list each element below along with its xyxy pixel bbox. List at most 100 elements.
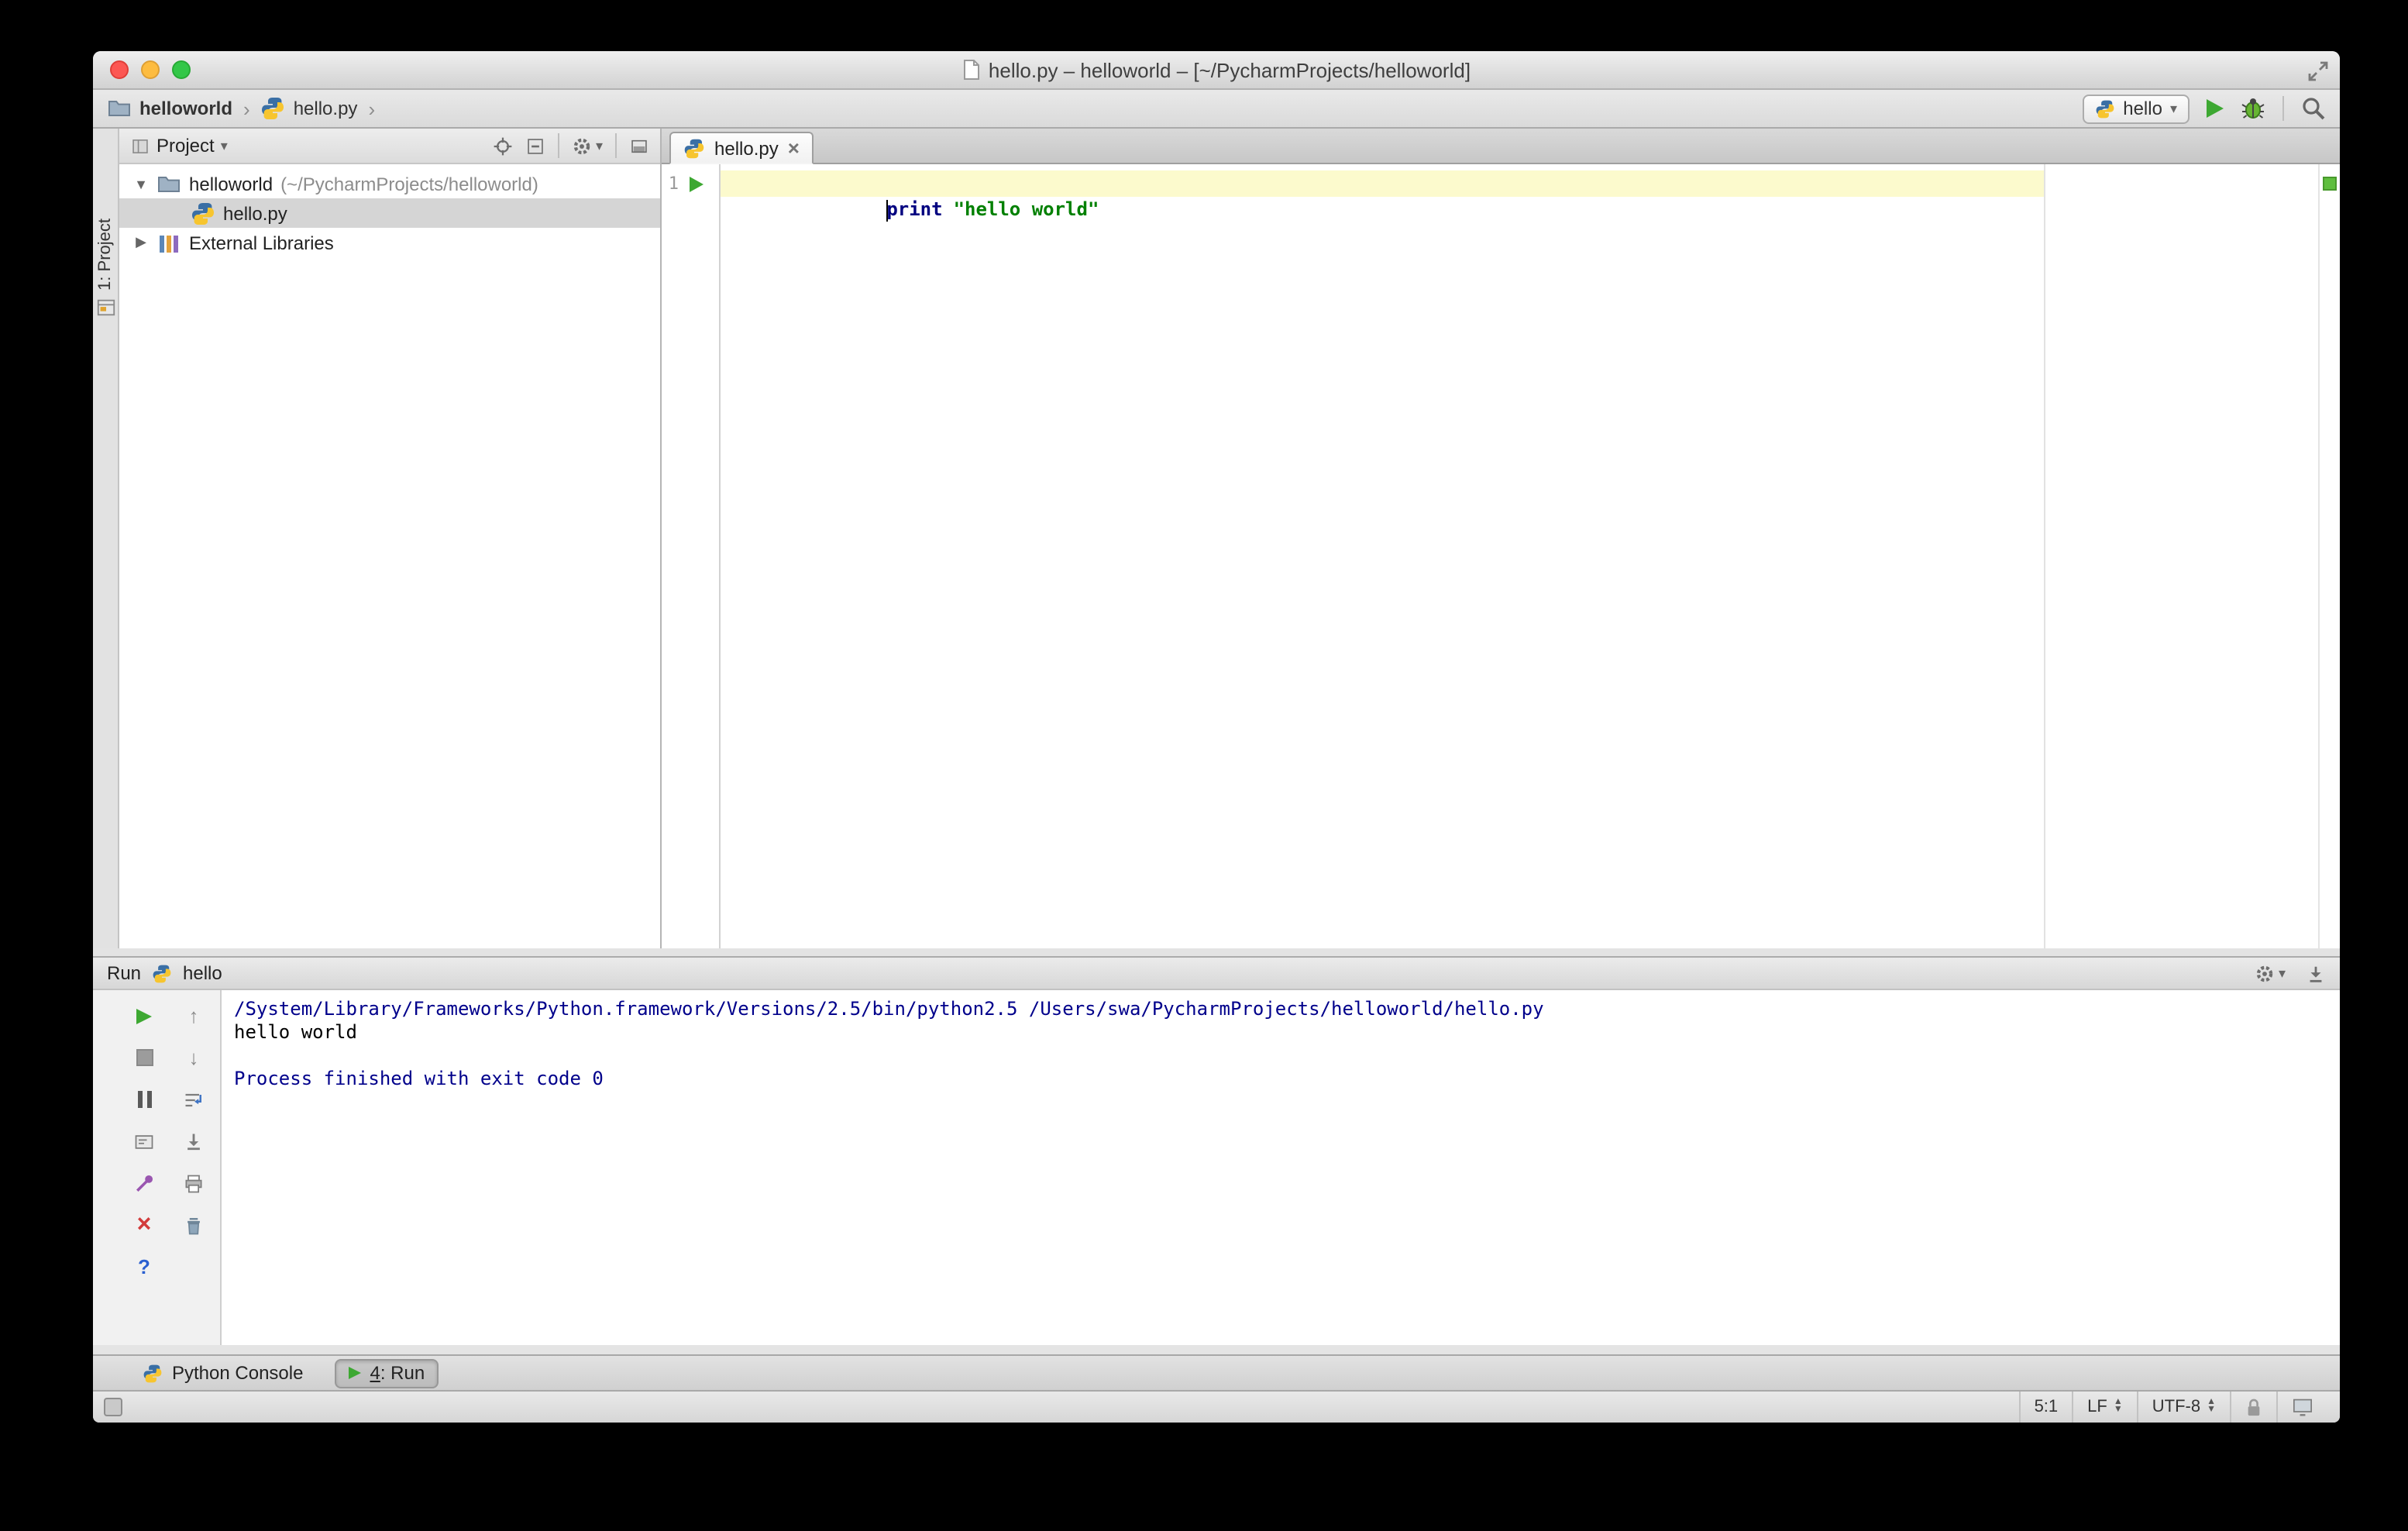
run-toolbar-column-1: × ? (119, 1004, 169, 1345)
expand-arrow-icon[interactable]: ▼ (133, 176, 149, 191)
tool-window-stripe: 1: Project (93, 129, 119, 948)
gear-icon[interactable]: ▾ (2255, 963, 2286, 983)
run-panel-gap (93, 1345, 2340, 1354)
caret-position-value: 5:1 (2034, 1398, 2059, 1416)
run-tab-mnemonic: 4 (370, 1362, 380, 1384)
status-bar: 5:1 LF ▲ ▼ UTF-8 ▲ ▼ (93, 1390, 2340, 1423)
tree-row-root[interactable]: ▼ helloworld (~/PycharmProjects/hellowor… (119, 169, 660, 198)
collapse-all-icon[interactable] (526, 136, 546, 156)
pause-output-button[interactable] (130, 1088, 158, 1111)
window-title: hello.py – helloworld – [~/PycharmProjec… (988, 58, 1471, 81)
collapse-arrow-icon[interactable]: ▶ (133, 234, 149, 251)
run-panel-body: × ? ↑ ↓ /System/Library/Frameworks/Pytho… (93, 990, 2340, 1345)
breadcrumb-file-label: hello.py (293, 98, 358, 119)
inspection-ok-indicator[interactable] (2323, 177, 2337, 191)
stop-button[interactable] (130, 1046, 158, 1069)
code-pane[interactable]: print "hello world" (721, 164, 2318, 948)
breadcrumb-file[interactable]: hello.py (261, 96, 358, 121)
console-stdout-line: hello world (234, 1021, 357, 1043)
tree-row-external-libraries[interactable]: ▶ External Libraries (119, 228, 660, 257)
print-icon[interactable] (180, 1171, 208, 1195)
close-tab-icon[interactable]: × (788, 137, 800, 157)
tree-row-file-selected[interactable]: hello.py (119, 198, 660, 228)
soft-wrap-icon[interactable] (180, 1088, 208, 1111)
fullscreen-icon[interactable] (2307, 60, 2329, 82)
run-tab-rest: : Run (380, 1362, 425, 1384)
close-panel-icon[interactable]: × (130, 1212, 158, 1237)
project-header-icons: ▾ (494, 133, 649, 158)
chevron-down-icon: ▾ (220, 137, 228, 153)
gear-icon[interactable]: ▾ (573, 136, 603, 156)
help-icon[interactable]: ? (130, 1255, 158, 1278)
hide-panel-icon[interactable] (629, 136, 649, 156)
toolwindow-bar: Python Console 4: Run (93, 1354, 2340, 1390)
inspection-profile-widget[interactable] (2276, 1392, 2327, 1423)
run-toolwindow-button[interactable]: 4: Run (334, 1358, 439, 1388)
console-exit-line: Process finished with exit code 0 (234, 1068, 604, 1089)
chevron-right-icon: › (243, 97, 250, 120)
caret-position-widget[interactable]: 5:1 (2018, 1392, 2073, 1423)
python-console-toolwindow-button[interactable]: Python Console (130, 1358, 315, 1388)
toolbar-divider (2282, 96, 2284, 121)
run-icon (348, 1367, 361, 1379)
triangle-down-icon: ▼ (2113, 1405, 2123, 1415)
run-tab-config-name[interactable]: hello (183, 962, 222, 984)
editor-tabbar: hello.py × (662, 129, 2340, 164)
editor-tab-hello-py[interactable]: hello.py × (669, 132, 814, 164)
python-console-label: Python Console (172, 1362, 304, 1384)
right-margin-guide (2044, 164, 2045, 948)
clear-all-icon[interactable] (180, 1213, 208, 1237)
rerun-button[interactable] (130, 1004, 158, 1027)
run-console-output[interactable]: /System/Library/Frameworks/Python.framew… (222, 990, 2340, 1345)
code-line-1: print "hello world" (721, 170, 2318, 221)
run-panel-title: Run (107, 962, 142, 984)
window-title-group: hello.py – helloworld – [~/PycharmProjec… (962, 58, 1471, 81)
pycharm-window: hello.py – helloworld – [~/PycharmProjec… (93, 51, 2340, 1423)
statusbar-right-group: 5:1 LF ▲ ▼ UTF-8 ▲ ▼ (2018, 1392, 2327, 1423)
navbar-right-group: hello ▾ (2083, 94, 2326, 123)
line-separator-selector[interactable]: LF ▲ ▼ (2072, 1392, 2137, 1423)
breadcrumb-project[interactable]: helloworld (107, 96, 232, 121)
python-prompt-icon[interactable] (130, 1171, 158, 1195)
down-stack-trace-icon[interactable]: ↓ (180, 1046, 208, 1069)
minimize-window-button[interactable] (141, 60, 160, 79)
encoding-selector[interactable]: UTF-8 ▲ ▼ (2136, 1392, 2230, 1423)
run-toolbar: × ? ↑ ↓ (93, 990, 222, 1345)
project-view-selector[interactable]: Project (157, 135, 215, 157)
show-console-icon[interactable] (130, 1130, 158, 1153)
project-root-name: helloworld (189, 173, 273, 194)
updown-arrows-icon: ▲ ▼ (2207, 1398, 2216, 1415)
run-button[interactable] (2207, 99, 2224, 118)
chevron-right-icon: › (368, 97, 376, 120)
tree-file-name: hello.py (223, 202, 287, 224)
run-toolwindow-label: 4: Run (370, 1362, 425, 1384)
horizontal-splitter[interactable] (93, 948, 2340, 956)
run-line-marker-icon[interactable] (690, 177, 703, 192)
run-panel-header: Run hello ▾ (93, 956, 2340, 990)
toolwindow-toggle-icon[interactable] (104, 1398, 122, 1416)
close-window-button[interactable] (110, 60, 129, 79)
python-run-config-icon (2095, 98, 2115, 119)
zoom-window-button[interactable] (172, 60, 191, 79)
readonly-lock-widget[interactable] (2230, 1392, 2276, 1423)
console-command-line: /System/Library/Frameworks/Python.framew… (234, 998, 1544, 1020)
hide-panel-icon[interactable] (2306, 963, 2326, 983)
tab-label: hello.py (714, 137, 779, 159)
tool-stripe-project-label: 1: Project (96, 218, 115, 291)
navigation-bar: helloworld › hello.py › hello ▾ (93, 90, 2340, 129)
project-root-path: (~/PycharmProjects/helloworld) (280, 173, 538, 194)
run-toolbar-column-2: ↑ ↓ (169, 1004, 218, 1345)
scroll-to-source-icon[interactable] (494, 136, 514, 156)
project-panel: Project ▾ ▾ ▼ helloworld (~/PycharmProje… (119, 129, 662, 948)
run-configuration-selector[interactable]: hello ▾ (2083, 94, 2190, 123)
document-icon (962, 59, 981, 81)
scroll-to-end-icon[interactable] (180, 1130, 208, 1153)
tool-stripe-project-button[interactable]: 1: Project (93, 218, 118, 318)
encoding-value: UTF-8 (2152, 1398, 2201, 1416)
window-titlebar[interactable]: hello.py – helloworld – [~/PycharmProjec… (93, 51, 2340, 90)
up-stack-trace-icon[interactable]: ↑ (180, 1004, 208, 1027)
debug-button[interactable] (2241, 96, 2265, 121)
editor[interactable]: 1 print "hello world" (662, 164, 2340, 948)
search-icon[interactable] (2301, 96, 2326, 121)
